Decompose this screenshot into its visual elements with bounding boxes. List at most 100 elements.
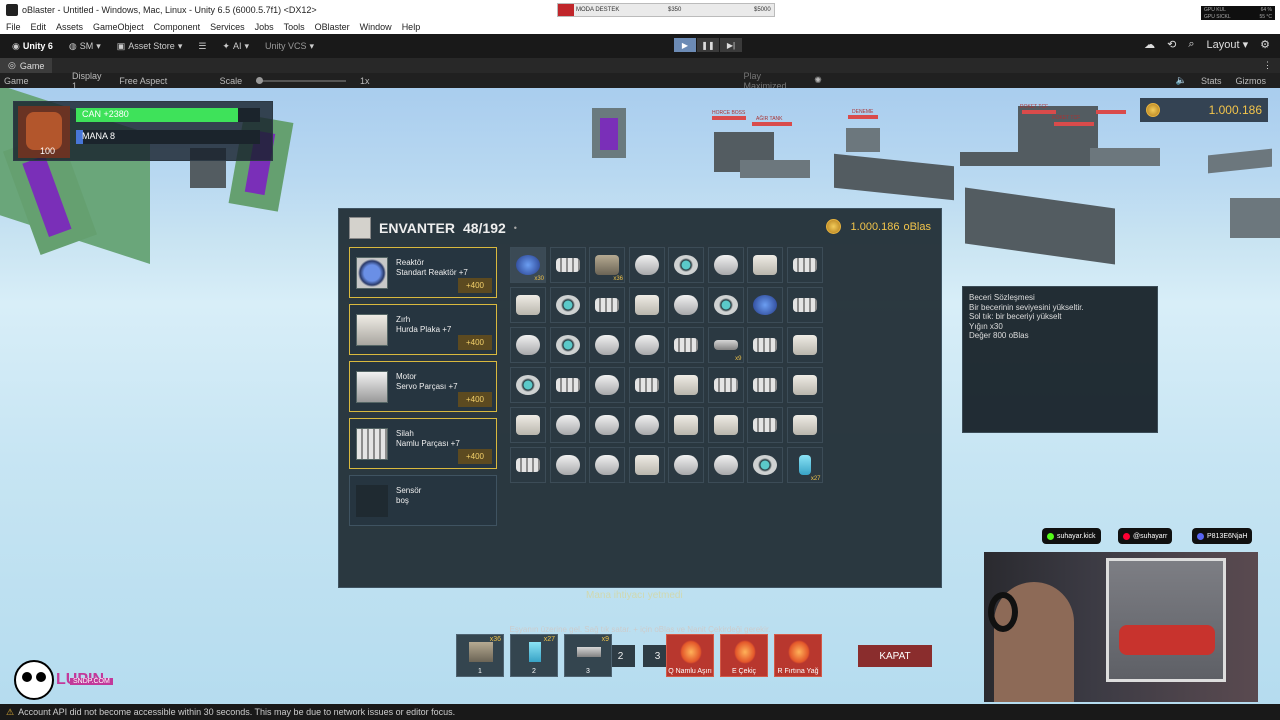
menu-item-edit[interactable]: Edit [31,22,47,32]
scale-slider[interactable] [256,76,346,84]
equipment-slot-sensör[interactable]: Sensör boş [349,475,497,526]
menu-item-tools[interactable]: Tools [284,22,305,32]
inventory-slot[interactable]: x9 [707,327,744,363]
menu-item-gameobject[interactable]: GameObject [93,22,144,32]
inventory-slot[interactable] [747,447,783,483]
inventory-slot[interactable] [549,327,586,363]
inventory-slot[interactable] [510,407,546,443]
inventory-slot[interactable] [786,367,823,403]
inventory-slot[interactable] [510,287,546,323]
inventory-slot[interactable] [786,327,823,363]
inventory-slot[interactable] [747,367,783,403]
inventory-slot[interactable] [510,327,546,363]
game-viewport[interactable]: ROKET TCF HORCE BOSS AĞIR TANK DENEME RO… [0,88,1280,704]
history-icon[interactable]: ⟲ [1167,38,1176,51]
menu-item-window[interactable]: Window [360,22,392,32]
inventory-slot[interactable]: x30 [510,247,546,283]
inventory-slot[interactable] [549,287,586,323]
inventory-slot[interactable] [628,287,665,323]
social-link[interactable]: P813E6NjaH [1192,528,1253,544]
close-button[interactable]: KAPAT [858,645,932,667]
inventory-slot[interactable] [707,287,744,323]
account-dropdown[interactable]: ◍ SM ▾ [65,39,105,54]
hotbar-slot-1[interactable]: x36 1 [456,634,504,677]
dot-icon: • [513,223,517,233]
asset-store-dropdown[interactable]: ▣ Asset Store ▾ [113,39,187,54]
ai-dropdown[interactable]: ✦ AI ▾ [218,39,253,54]
inventory-slot[interactable] [786,247,823,283]
inventory-slot[interactable] [549,367,586,403]
step-button[interactable]: ▶| [720,38,742,52]
equipment-slot-reaktör[interactable]: Reaktör Standart Reaktör +7 +400 [349,247,497,298]
skill-slot[interactable]: Q Namlu Aşırı [666,634,714,677]
menu-item-component[interactable]: Component [154,22,201,32]
inventory-slot[interactable] [668,247,704,283]
inventory-slot[interactable] [589,287,625,323]
skill-slot[interactable]: E Çekiç [720,634,768,677]
more-options-icon[interactable]: ⋮ [1263,60,1272,71]
inventory-slot[interactable] [589,367,625,403]
menu-item-file[interactable]: File [6,22,21,32]
social-link[interactable]: suhayar.kick [1042,528,1101,544]
equipment-slot-zırh[interactable]: Zırh Hurda Plaka +7 +400 [349,304,497,355]
inventory-slot[interactable] [628,247,665,283]
search-icon[interactable]: ⌕ [1188,38,1194,51]
inventory-slot[interactable] [707,247,744,283]
inventory-slot[interactable] [589,407,625,443]
inventory-slot[interactable] [786,287,823,323]
menu-item-help[interactable]: Help [402,22,421,32]
inventory-slot[interactable] [668,367,704,403]
menu-item-jobs[interactable]: Jobs [255,22,274,32]
inventory-slot[interactable] [707,367,744,403]
inventory-slot[interactable] [628,367,665,403]
cloud-icon[interactable]: ☁ [1144,38,1155,51]
stats-button[interactable]: Stats [1201,76,1222,86]
tab-game[interactable]: ◎ Game [0,58,53,73]
inventory-slot[interactable] [747,287,783,323]
inventory-slot[interactable] [510,447,546,483]
menu-item-oblaster[interactable]: OBlaster [315,22,350,32]
inventory-slot[interactable] [510,367,546,403]
inventory-slot[interactable] [549,447,586,483]
pause-button[interactable]: ❚❚ [697,38,719,52]
package-button[interactable]: ☰ [194,39,210,54]
inventory-slot[interactable]: x27 [786,447,823,483]
equipment-slot-motor[interactable]: Motor Servo Parçası +7 +400 [349,361,497,412]
inventory-slot[interactable] [668,287,704,323]
gizmos-button[interactable]: Gizmos [1235,76,1266,86]
inventory-slot[interactable] [628,447,665,483]
vcs-dropdown[interactable]: Unity VCS ▾ [261,39,318,54]
menu-item-assets[interactable]: Assets [56,22,83,32]
play-button[interactable]: ▶ [674,38,696,52]
hotbar-slot-2[interactable]: x27 2 [510,634,558,677]
unity-account-button[interactable]: ◉ Unity 6 [8,39,57,54]
inventory-slot[interactable] [668,447,704,483]
inventory-slot[interactable] [628,327,665,363]
settings-icon[interactable]: ⚙ [1260,38,1270,51]
menu-item-services[interactable]: Services [210,22,245,32]
game-mode-dropdown[interactable]: Game [4,76,58,86]
inventory-slot[interactable] [747,407,783,443]
aspect-dropdown[interactable]: Free Aspect [119,76,205,86]
inventory-slot[interactable] [549,247,586,283]
social-link[interactable]: @suhayarr [1118,528,1173,544]
inventory-slot[interactable] [549,407,586,443]
sun-icon[interactable]: ✺ [814,75,822,86]
inventory-slot[interactable] [668,407,704,443]
layout-dropdown[interactable]: Layout ▾ [1207,38,1249,51]
equipment-slot-silah[interactable]: Silah Namlu Parçası +7 +400 [349,418,497,469]
audio-icon[interactable]: 🔈 [1176,75,1187,86]
inventory-slot[interactable] [707,407,744,443]
inventory-slot[interactable] [589,327,625,363]
inventory-slot[interactable] [786,407,823,443]
inventory-slot[interactable] [628,407,665,443]
inventory-slot[interactable] [747,327,783,363]
inventory-slot[interactable] [747,247,783,283]
inventory-slot[interactable] [668,327,704,363]
inventory-slot[interactable] [589,447,625,483]
skill-slot[interactable]: R Fırtına Yağ [774,634,822,677]
inventory-slot[interactable] [707,447,744,483]
hotbar-slot-3[interactable]: x9 3 [564,634,612,677]
inventory-slot[interactable]: x36 [589,247,625,283]
motor-item-icon [674,295,698,315]
